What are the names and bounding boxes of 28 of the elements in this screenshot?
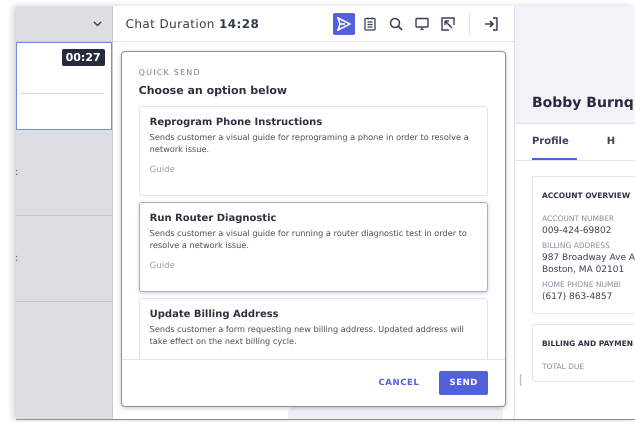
option-description: Sends customer a visual guide for running a router diagnostic test in order to resolve a network issue. (150, 227, 468, 251)
option-description: Sends customer a visual guide for reprograming a phone in order to resolve a network issue. (150, 131, 470, 155)
option-title: Update Billing Address (150, 309, 280, 320)
option-type: Guide (150, 261, 176, 271)
drag-handle-icon[interactable] (518, 374, 522, 386)
chevron-down-icon[interactable] (92, 20, 102, 26)
queue-card[interactable]: 00:27 (16, 42, 112, 130)
dialog-label: QUICK SEND (138, 68, 202, 77)
option-type: Guide (150, 165, 176, 175)
dialog-heading: Choose an option below (138, 84, 288, 97)
timer-badge: 00:27 (62, 49, 105, 66)
cancel-button[interactable]: CANCEL (368, 371, 430, 395)
queue-row-text: : (16, 167, 18, 178)
field-value: 987 Broadway Ave A Boston, MA 02101 (542, 252, 635, 276)
profile-tab[interactable]: H (606, 124, 624, 160)
option-card[interactable]: Run Router Diagnostic Sends customer a visual guide for running a router diagnostic test in order to resolve a network issue. Guide (138, 202, 488, 292)
option-title: Reprogram Phone Instructions (150, 117, 324, 128)
option-description: Sends customer a form requesting new billing address. Updated address will take effect on the next billing cycle. (150, 323, 465, 347)
field-value: 009-424-69802 (542, 225, 612, 237)
field-value: (617) 863-4857 (542, 291, 614, 303)
send-button[interactable]: SEND (439, 371, 488, 395)
queue-row-text: : (16, 253, 18, 264)
send-icon[interactable] (332, 12, 355, 34)
customer-name: Bobby Burnq (532, 95, 634, 111)
option-card[interactable]: Reprogram Phone Instructions Sends customer a visual guide for reprograming a phone in order to resolve a network issue. Guide (138, 106, 488, 196)
profile-tab[interactable]: Profile (532, 124, 577, 160)
option-title: Run Router Diagnostic (150, 213, 278, 224)
chat-duration: Chat Duration 14:28 (126, 16, 260, 30)
